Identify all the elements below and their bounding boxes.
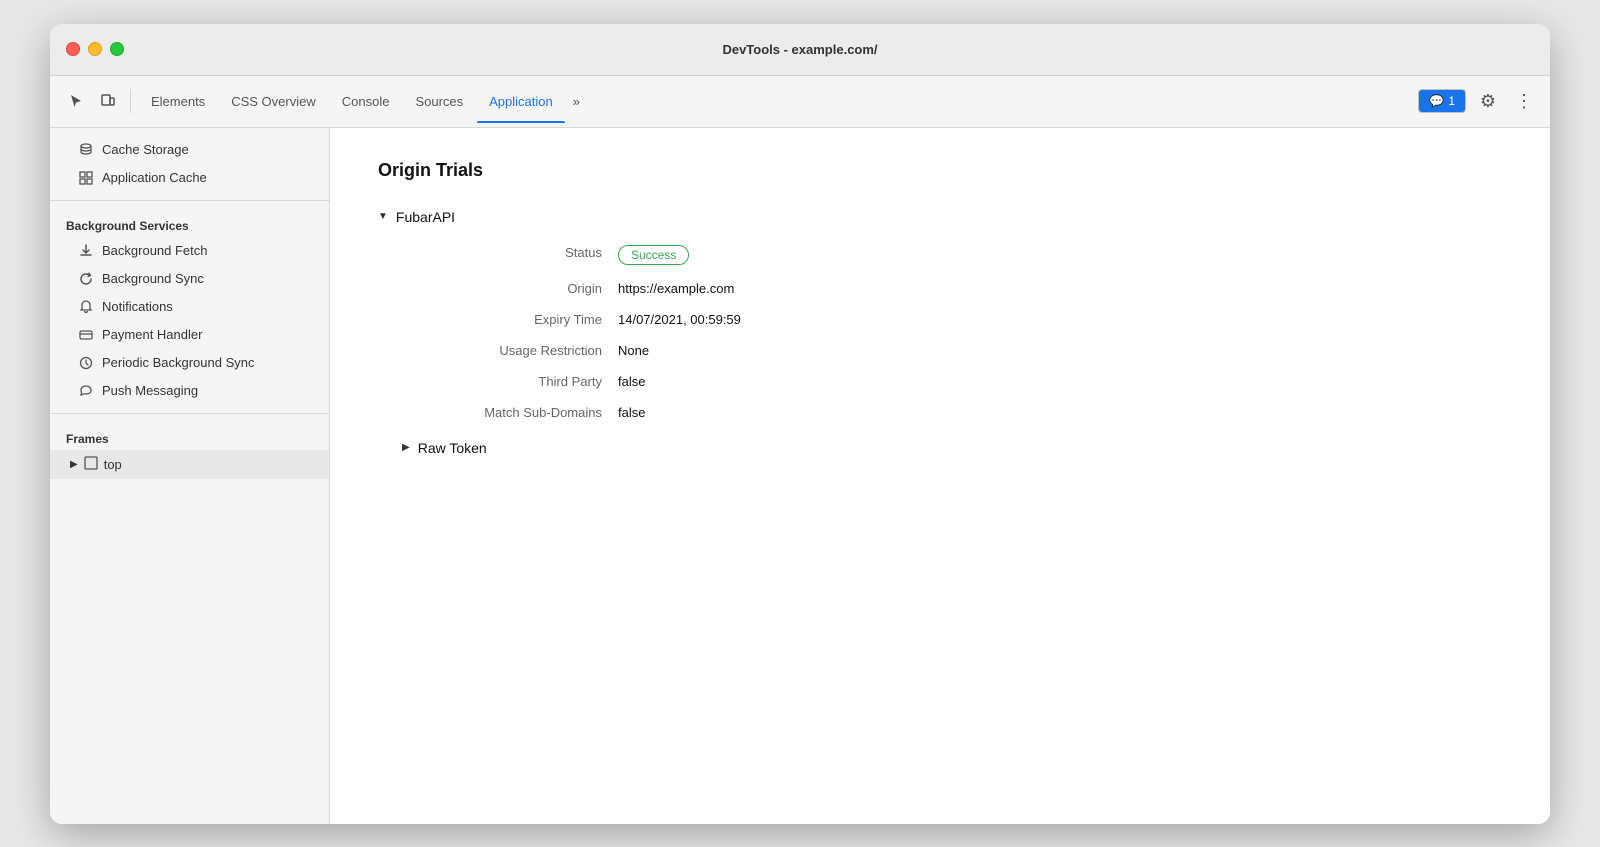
push-messaging-label: Push Messaging [102,383,198,398]
chat-icon: 💬 [1429,94,1444,108]
expiry-value: 14/07/2021, 00:59:59 [618,312,1502,327]
payment-handler-label: Payment Handler [102,327,202,342]
match-domains-value: false [618,405,1502,420]
more-tabs-button[interactable]: » [567,90,586,113]
sidebar-divider-2 [50,413,329,414]
tab-application[interactable]: Application [477,88,565,115]
periodic-bg-sync-icon [78,355,94,371]
sidebar-divider-1 [50,200,329,201]
application-cache-icon [78,170,94,186]
frame-arrow-icon: ▶ [70,459,78,470]
devtools-window: DevTools - example.com/ Elements CSS Ove… [50,24,1550,824]
traffic-lights [66,42,124,56]
raw-token-arrow-icon: ▶ [402,442,410,453]
status-value: Success [618,245,1502,265]
content-area: Cache Storage Application Cache Backgrou… [50,128,1550,824]
sidebar-item-application-cache[interactable]: Application Cache [50,164,329,192]
minimize-button[interactable] [88,42,102,56]
title-bar: DevTools - example.com/ [50,24,1550,76]
bg-services-header: Background Services [50,209,329,237]
sidebar-item-push-messaging[interactable]: Push Messaging [50,377,329,405]
detail-grid: Status Success Origin https://example.co… [402,245,1502,420]
application-cache-label: Application Cache [102,170,207,185]
tab-elements[interactable]: Elements [139,88,217,115]
more-options-button[interactable]: ⋮ [1510,87,1538,115]
api-expand-header[interactable]: ▼ FubarAPI [378,205,1502,229]
sidebar-item-notifications[interactable]: Notifications [50,293,329,321]
settings-button[interactable]: ⚙ [1474,87,1502,115]
close-button[interactable] [66,42,80,56]
sidebar-item-background-fetch[interactable]: Background Fetch [50,237,329,265]
usage-value: None [618,343,1502,358]
raw-token-label: Raw Token [418,440,487,456]
frame-box-icon [84,456,98,473]
sidebar-item-periodic-bg-sync[interactable]: Periodic Background Sync [50,349,329,377]
background-sync-label: Background Sync [102,271,204,286]
badge-count: 1 [1448,94,1455,108]
third-party-label: Third Party [402,374,602,389]
sidebar-item-cache-storage[interactable]: Cache Storage [50,136,329,164]
maximize-button[interactable] [110,42,124,56]
background-fetch-label: Background Fetch [102,243,208,258]
periodic-bg-sync-label: Periodic Background Sync [102,355,254,370]
cache-storage-icon [78,142,94,158]
background-sync-icon [78,271,94,287]
cache-storage-label: Cache Storage [102,142,189,157]
api-section-fubar: ▼ FubarAPI Status Success Origin https:/… [378,205,1502,460]
main-panel: Origin Trials ▼ FubarAPI Status Success … [330,128,1550,824]
top-frame-label: top [104,457,122,472]
sidebar-item-background-sync[interactable]: Background Sync [50,265,329,293]
expand-triangle-icon: ▼ [378,211,388,222]
tab-css-overview[interactable]: CSS Overview [219,88,328,115]
notification-badge-button[interactable]: 💬 1 [1418,89,1466,113]
origin-label: Origin [402,281,602,296]
origin-value: https://example.com [618,281,1502,296]
expiry-label: Expiry Time [402,312,602,327]
sidebar: Cache Storage Application Cache Backgrou… [50,128,330,824]
frames-header: Frames [50,422,329,450]
api-name: FubarAPI [396,209,455,225]
push-messaging-icon [78,383,94,399]
third-party-value: false [618,374,1502,389]
status-label: Status [402,245,602,265]
notifications-icon [78,299,94,315]
window-title: DevTools - example.com/ [722,42,877,57]
notifications-label: Notifications [102,299,173,314]
tab-sources[interactable]: Sources [403,88,475,115]
device-icon[interactable] [94,87,122,115]
status-badge: Success [618,245,689,265]
raw-token-expand[interactable]: ▶ Raw Token [402,436,1502,460]
toolbar: Elements CSS Overview Console Sources Ap… [50,76,1550,128]
divider [130,89,131,113]
cursor-icon[interactable] [62,87,90,115]
toolbar-right: 💬 1 ⚙ ⋮ [1418,87,1538,115]
tab-console[interactable]: Console [330,88,402,115]
background-fetch-icon [78,243,94,259]
sidebar-item-payment-handler[interactable]: Payment Handler [50,321,329,349]
match-domains-label: Match Sub-Domains [402,405,602,420]
sidebar-item-top-frame[interactable]: ▶ top [50,450,329,479]
payment-handler-icon [78,327,94,343]
usage-label: Usage Restriction [402,343,602,358]
page-title: Origin Trials [378,160,1502,181]
toolbar-tabs: Elements CSS Overview Console Sources Ap… [139,88,1414,115]
